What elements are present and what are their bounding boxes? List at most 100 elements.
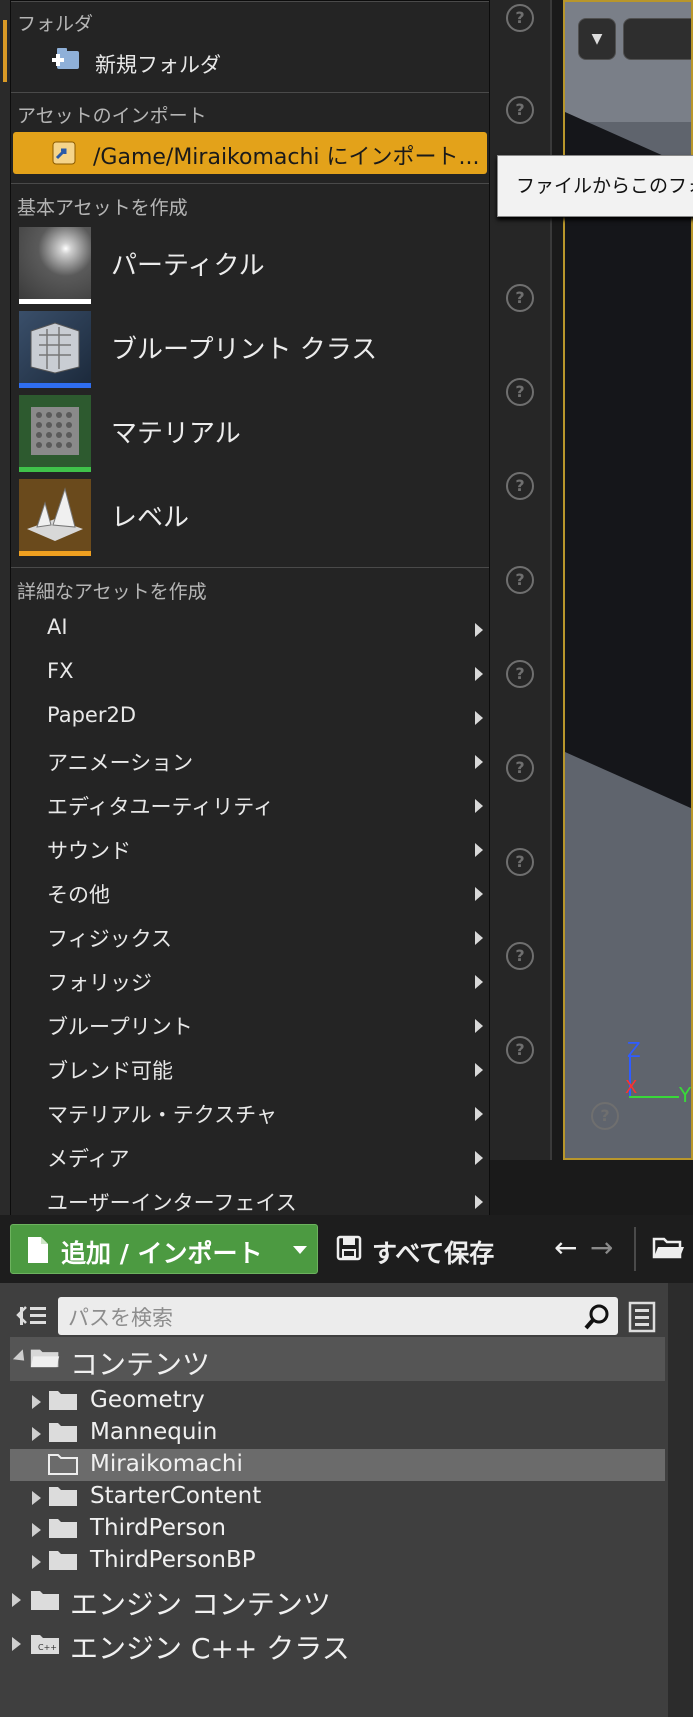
save-icon (336, 1235, 362, 1261)
submenu-arrow-icon (475, 1107, 483, 1121)
menu-item-fx[interactable]: FX (11, 651, 489, 695)
menu-item-physics[interactable]: フィジックス (11, 915, 489, 959)
help-icon[interactable]: ? (506, 472, 534, 500)
tree-label: StarterContent (90, 1483, 262, 1509)
menu-item-label: マテリアル・テクスチャ (47, 1103, 277, 1127)
help-icon[interactable]: ? (506, 848, 534, 876)
help-icon[interactable]: ? (591, 1102, 619, 1130)
tree-item-miraikomachi[interactable]: Miraikomachi (10, 1449, 665, 1481)
menu-item-paper2d[interactable]: Paper2D (11, 695, 489, 739)
submenu-arrow-icon (475, 975, 483, 989)
new-folder-item[interactable]: 新規フォルダ (11, 41, 489, 85)
add-import-menu: フォルダ 新規フォルダ アセットのインポート /Game/Miraikomach… (10, 0, 490, 1222)
expand-arrow-icon[interactable] (12, 1349, 30, 1366)
asset-color-bar (19, 299, 91, 304)
section-import-heading: アセットのインポート (17, 105, 207, 127)
asset-label: マテリアル (111, 419, 241, 449)
save-all-button[interactable]: すべて保存 (372, 1234, 494, 1270)
tree-item-thirdpersonbp[interactable]: ThirdPersonBP (10, 1545, 665, 1577)
expand-arrow-icon[interactable] (32, 1555, 41, 1569)
tree-item-startercontent[interactable]: StarterContent (10, 1481, 665, 1513)
expand-arrow-icon[interactable] (12, 1593, 21, 1607)
menu-item-label: Paper2D (47, 703, 137, 727)
cpp-folder-icon: C++ (31, 1635, 59, 1654)
tree-engine-cpp[interactable]: C++ エンジン C++ クラス (10, 1625, 665, 1665)
open-folder-icon[interactable] (652, 1235, 686, 1261)
search-placeholder: パスを検索 (68, 1306, 173, 1330)
folder-icon (49, 1551, 77, 1570)
tree-label: コンテンツ (70, 1348, 211, 1381)
tree-label: エンジン C++ クラス (70, 1632, 350, 1665)
asset-color-bar (19, 467, 91, 472)
submenu-arrow-icon (475, 755, 483, 769)
toolbar-divider (634, 1227, 636, 1271)
axis-x-label: X (625, 1077, 638, 1098)
tree-label: ThirdPersonBP (90, 1547, 256, 1573)
submenu-arrow-icon (475, 1019, 483, 1033)
forward-arrow-icon[interactable]: → (590, 1231, 613, 1264)
folder-icon (49, 1487, 77, 1506)
expand-arrow-icon[interactable] (32, 1523, 41, 1537)
add-import-button[interactable]: 追加 / インポート (10, 1224, 318, 1274)
help-icon[interactable]: ? (506, 4, 534, 32)
submenu-arrow-icon (475, 843, 483, 857)
view-options-icon[interactable] (628, 1301, 656, 1333)
particle-icon (19, 227, 91, 304)
collapse-sources-icon[interactable] (16, 1303, 48, 1331)
submenu-arrow-icon (475, 1063, 483, 1077)
menu-item-label: FX (47, 659, 74, 683)
menu-item-label: メディア (47, 1147, 130, 1171)
tree-engine-content[interactable]: エンジン コンテンツ (10, 1581, 665, 1621)
asset-label: レベル (111, 503, 190, 533)
help-icon[interactable]: ? (506, 96, 534, 124)
help-icon[interactable]: ? (506, 942, 534, 970)
menu-item-label: ブレンド可能 (47, 1059, 173, 1083)
help-icon[interactable]: ? (506, 754, 534, 782)
section-basic-heading: 基本アセットを作成 (17, 197, 188, 219)
menu-item-blendable[interactable]: ブレンド可能 (11, 1047, 489, 1091)
menu-item-media[interactable]: メディア (11, 1135, 489, 1179)
folder-icon (49, 1423, 77, 1442)
menu-item-ai[interactable]: AI (11, 607, 489, 651)
submenu-arrow-icon (475, 623, 483, 637)
menu-item-label: フォリッジ (47, 971, 152, 995)
expand-arrow-icon[interactable] (32, 1395, 41, 1409)
asset-particle[interactable]: パーティクル (19, 227, 489, 305)
tree-root-content[interactable]: コンテンツ (10, 1337, 665, 1381)
viewport-perspective-button[interactable] (623, 18, 691, 60)
tree-item-mannequin[interactable]: Mannequin (10, 1417, 665, 1449)
asset-blueprint-class[interactable]: ブループリント クラス (19, 311, 489, 389)
help-icon[interactable]: ? (506, 660, 534, 688)
menu-item-animation[interactable]: アニメーション (11, 739, 489, 783)
import-label: /Game/Miraikomachi にインポート... (93, 145, 480, 170)
help-icon[interactable]: ? (506, 566, 534, 594)
menu-item-label: ユーザーインターフェイス (47, 1191, 297, 1215)
tree-label: Mannequin (90, 1419, 218, 1445)
tree-label: ThirdPerson (90, 1515, 226, 1541)
chevron-down-icon (293, 1246, 307, 1254)
expand-arrow-icon[interactable] (32, 1427, 41, 1441)
expand-arrow-icon[interactable] (32, 1491, 41, 1505)
menu-item-editor-utility[interactable]: エディタユーティリティ (11, 783, 489, 827)
menu-item-misc[interactable]: その他 (11, 871, 489, 915)
help-icon[interactable]: ? (506, 284, 534, 312)
asset-level[interactable]: レベル (19, 479, 489, 557)
viewport-options-button[interactable]: ▼ (578, 18, 616, 60)
menu-item-sound[interactable]: サウンド (11, 827, 489, 871)
help-icon[interactable]: ? (506, 1036, 534, 1064)
back-arrow-icon[interactable]: ← (554, 1231, 577, 1264)
menu-item-foliage[interactable]: フォリッジ (11, 959, 489, 1003)
import-to-folder-item[interactable]: /Game/Miraikomachi にインポート... (13, 132, 487, 174)
tree-item-thirdperson[interactable]: ThirdPerson (10, 1513, 665, 1545)
menu-item-material-texture[interactable]: マテリアル・テクスチャ (11, 1091, 489, 1135)
menu-item-blueprint[interactable]: ブループリント (11, 1003, 489, 1047)
tree-item-geometry[interactable]: Geometry (10, 1385, 665, 1417)
asset-material[interactable]: マテリアル (19, 395, 489, 473)
help-icon[interactable]: ? (506, 378, 534, 406)
submenu-arrow-icon (475, 1195, 483, 1209)
tree-label: Geometry (90, 1387, 205, 1413)
menu-item-label: アニメーション (47, 751, 194, 775)
search-icon (584, 1304, 609, 1330)
expand-arrow-icon[interactable] (12, 1637, 21, 1651)
path-search-input[interactable]: パスを検索 (58, 1297, 618, 1335)
